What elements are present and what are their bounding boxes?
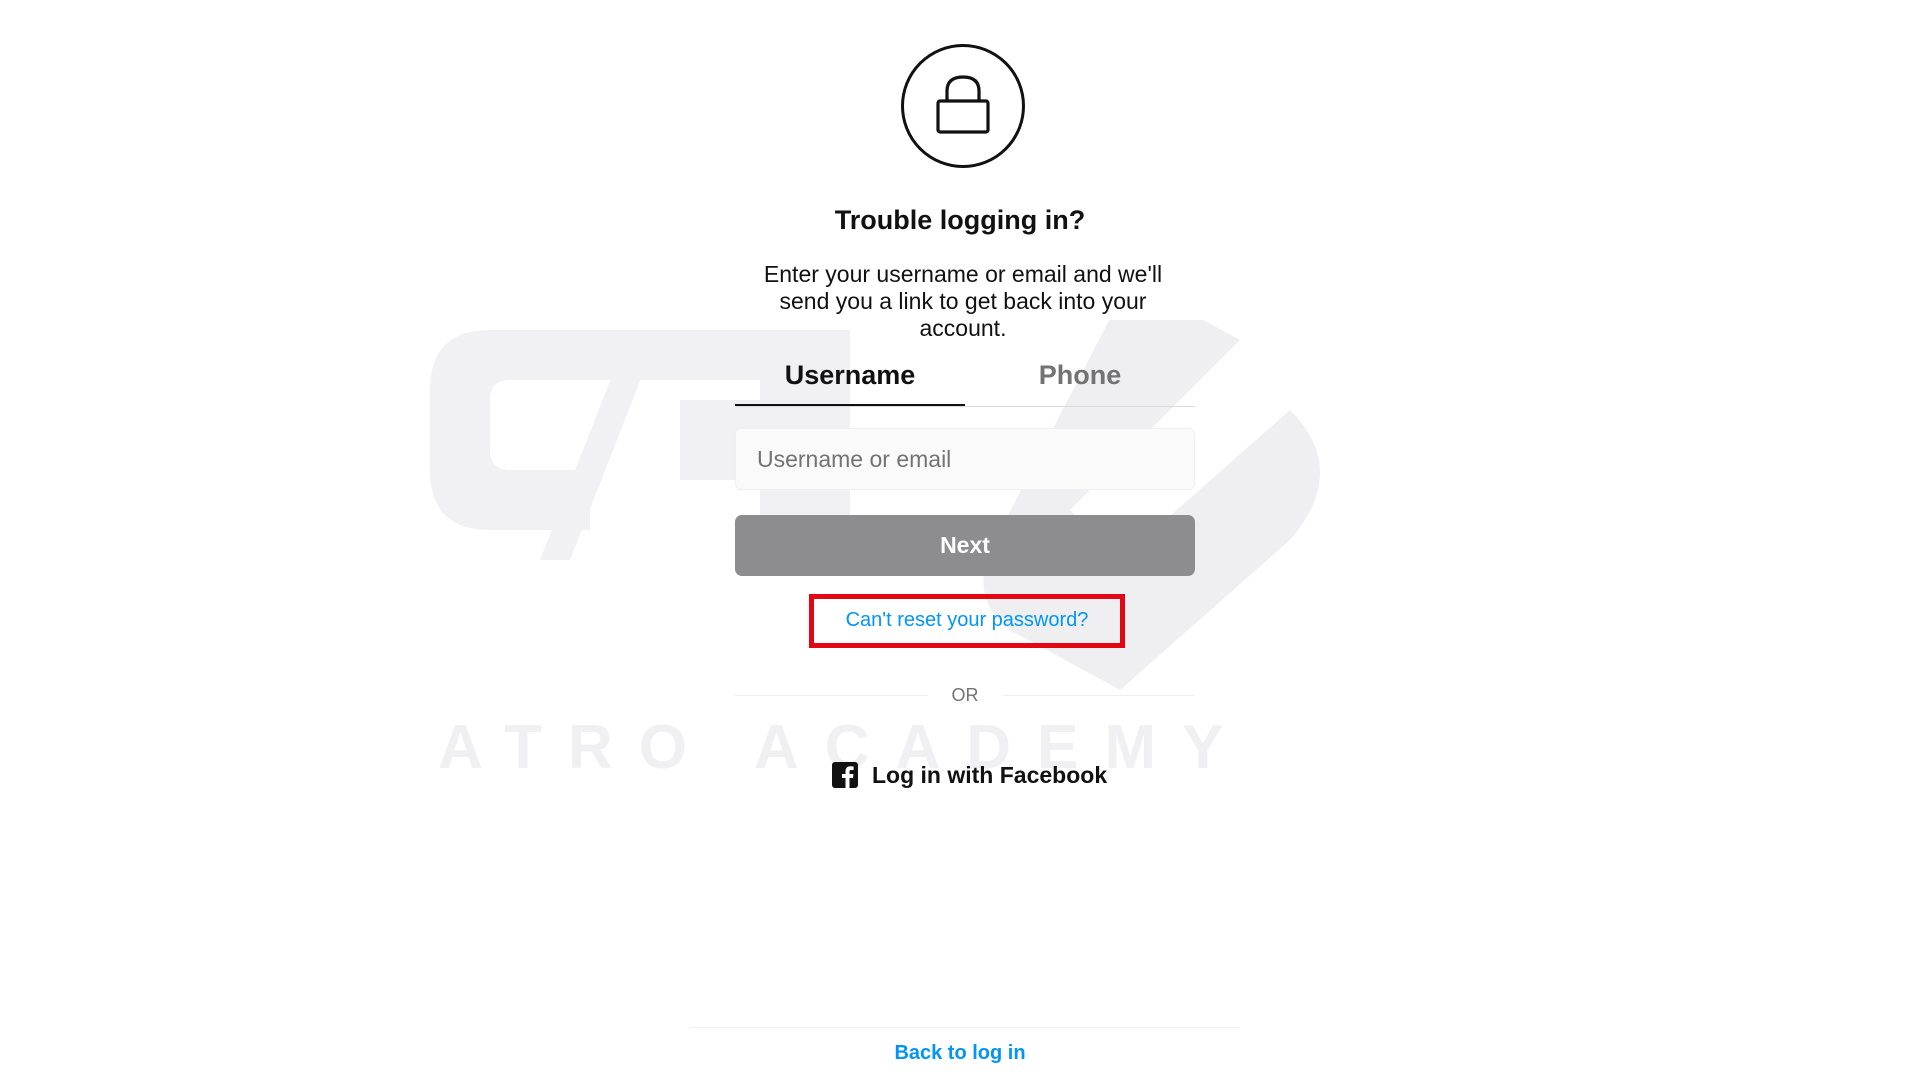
recovery-method-tabs: Username Phone xyxy=(735,352,1195,407)
lock-icon xyxy=(901,44,1025,168)
recovery-form: Trouble logging in? Enter your username … xyxy=(0,0,1920,1080)
back-to-login-link[interactable]: Back to log in xyxy=(0,1042,1920,1065)
cant-reset-password-link[interactable]: Can't reset your password? xyxy=(809,594,1125,648)
facebook-login-button[interactable]: Log in with Facebook xyxy=(832,758,1107,792)
divider-line-left xyxy=(735,694,928,696)
instructions-text: Enter your username or email and we'll s… xyxy=(763,261,1163,341)
tab-username[interactable]: Username xyxy=(735,352,965,406)
footer-divider xyxy=(690,1027,1240,1028)
trouble-logging-in-page: ATRO ACADEMY Trouble logging in? Enter y… xyxy=(0,0,1920,1080)
facebook-login-label: Log in with Facebook xyxy=(872,761,1108,788)
username-or-email-input[interactable] xyxy=(736,429,1194,489)
or-label: OR xyxy=(951,684,979,705)
username-field-container xyxy=(735,428,1195,490)
next-button[interactable]: Next xyxy=(735,515,1195,576)
tab-phone[interactable]: Phone xyxy=(965,352,1195,406)
divider-line-right xyxy=(1002,694,1195,696)
facebook-icon xyxy=(832,762,858,788)
or-divider: OR xyxy=(735,683,1195,707)
page-title: Trouble logging in? xyxy=(834,205,1086,235)
